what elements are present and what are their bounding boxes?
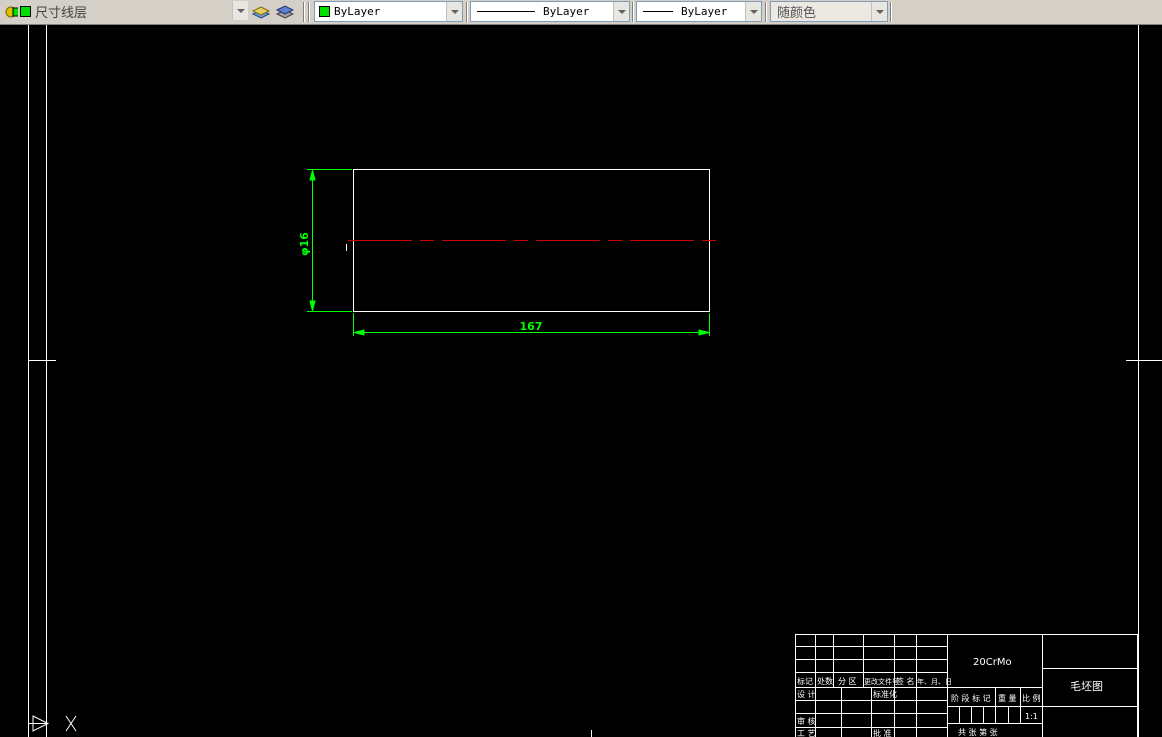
tb-material: 20CrMo [973,657,1012,668]
linetype-dropdown[interactable]: ByLayer [470,1,630,22]
tb-row-process: 工 艺 [797,729,816,737]
lineweight-value: ByLayer [681,5,728,18]
chevron-down-icon[interactable] [745,2,761,21]
chevron-down-icon[interactable] [232,1,248,20]
lineweight-dropdown[interactable]: ByLayer [636,1,762,22]
make-current-layer-icon[interactable] [251,2,271,22]
color-dropdown[interactable]: ByLayer [314,1,463,22]
tb-scale-value: 1:1 [1025,712,1038,721]
toolbar-separator [890,2,892,22]
dim-text-length: 167 [520,320,543,333]
toolbar-separator [466,2,468,22]
chevron-down-icon[interactable] [613,2,629,21]
tb-weight-label: 重 量 [998,693,1017,703]
properties-toolbar: 尺寸线层 ByLayer ByLayer ByLayer 随颜色 [0,0,1162,25]
tb-header-date: 年、月、日 [917,677,952,686]
toolbar-separator [632,2,634,22]
layer-color-swatch [20,6,31,17]
tb-header-change-doc: 更改文件号 [864,677,899,686]
drawing-frame [28,25,1162,737]
tb-row-design: 设 计 [797,689,816,699]
chevron-down-icon[interactable] [446,2,462,21]
tb-scale-label: 比 例 [1022,693,1041,703]
plotstyle-dropdown[interactable]: 随颜色 [770,1,888,22]
tb-row-review: 审 核 [797,716,816,726]
color-value: ByLayer [334,5,381,18]
layer-name: 尺寸线层 [35,6,88,21]
toolbar-separator [303,2,305,22]
toolbar-separator [765,2,767,22]
linetype-sample [477,11,535,12]
dim-text-diameter: φ16 [298,232,311,256]
tb-header-zone: 分 区 [838,677,857,686]
linetype-value: ByLayer [543,5,590,18]
tb-stage-label: 阶 段 标 记 [951,693,991,703]
layer-dropdown[interactable]: 尺寸线层 [18,1,248,22]
tb-header-mark: 标记 [797,676,813,686]
plotstyle-value: 随颜色 [777,6,817,21]
tb-row-standard: 标准化 [873,689,897,699]
tb-header-sign: 签 名 [896,676,915,686]
toolbar-separator [308,2,310,22]
tb-header-count: 处数 [817,676,833,686]
chevron-down-icon[interactable] [871,2,887,21]
vertical-dimension[interactable] [307,169,352,312]
tb-sheet-label: 共 张 第 张 [958,727,998,737]
tb-row-approve: 批 准 [873,728,892,737]
tb-drawing-name: 毛坯图 [1070,680,1103,693]
color-swatch [319,6,330,17]
drawing-canvas[interactable]: φ16 167 标记 处数 分 区 更改文件号 签 名 年、月、日 设 计 标准… [0,25,1162,737]
ucs-icon [28,715,77,732]
lineweight-sample [643,11,673,12]
layer-previous-icon[interactable] [274,2,295,22]
